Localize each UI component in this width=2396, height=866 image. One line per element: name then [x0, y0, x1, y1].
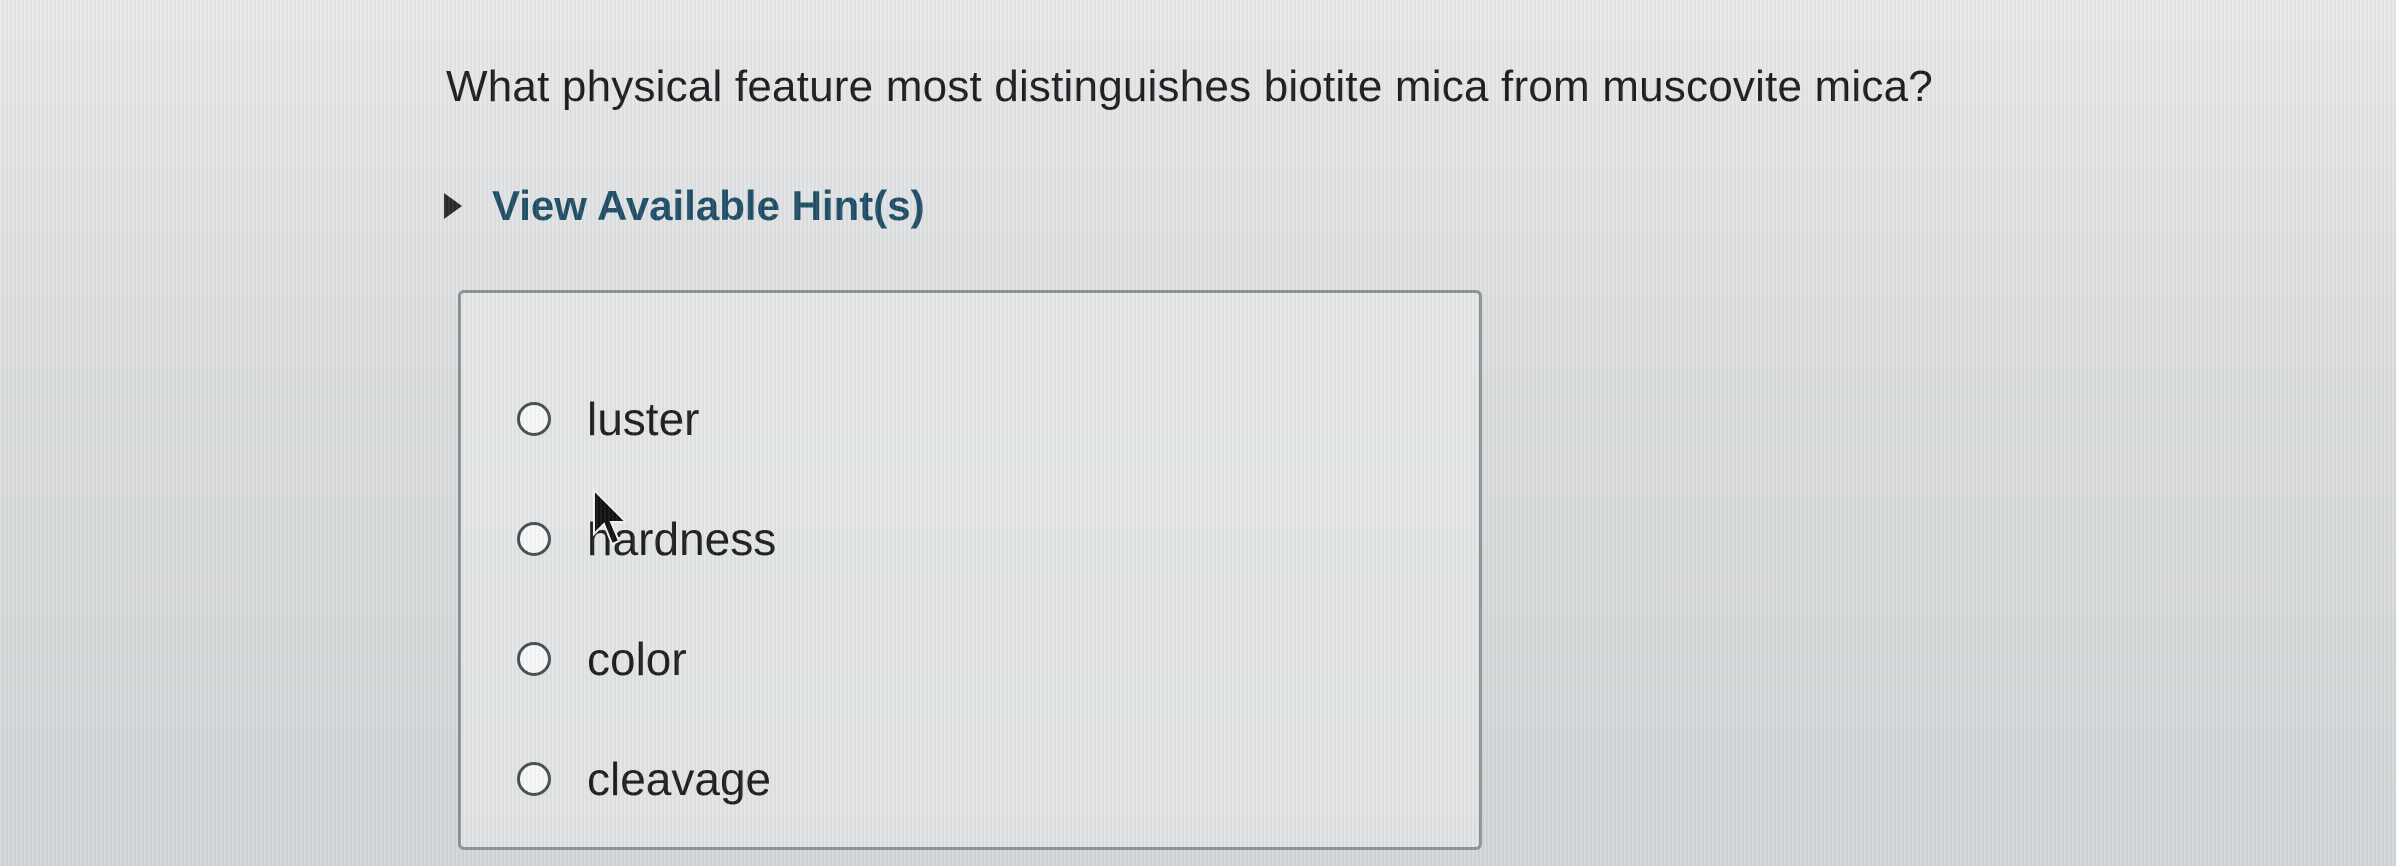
- triangle-right-icon: [444, 193, 462, 219]
- option-luster[interactable]: luster: [517, 389, 699, 449]
- answer-options-box: luster hardness color cleavage: [458, 290, 1482, 850]
- page-background: What physical feature most distinguishes…: [0, 0, 2396, 866]
- view-hints-label[interactable]: View Available Hint(s): [492, 182, 925, 230]
- option-label[interactable]: cleavage: [587, 752, 771, 806]
- mouse-pointer-icon: [593, 488, 629, 546]
- radio-button[interactable]: [517, 522, 551, 556]
- radio-button[interactable]: [517, 642, 551, 676]
- view-hints-toggle[interactable]: View Available Hint(s): [444, 178, 925, 234]
- question-text: What physical feature most distinguishes…: [446, 62, 1933, 111]
- option-cleavage[interactable]: cleavage: [517, 749, 771, 809]
- radio-button[interactable]: [517, 402, 551, 436]
- option-hardness[interactable]: hardness: [517, 509, 776, 569]
- option-label[interactable]: color: [587, 632, 687, 686]
- radio-button[interactable]: [517, 762, 551, 796]
- option-label[interactable]: luster: [587, 392, 699, 446]
- option-color[interactable]: color: [517, 629, 687, 689]
